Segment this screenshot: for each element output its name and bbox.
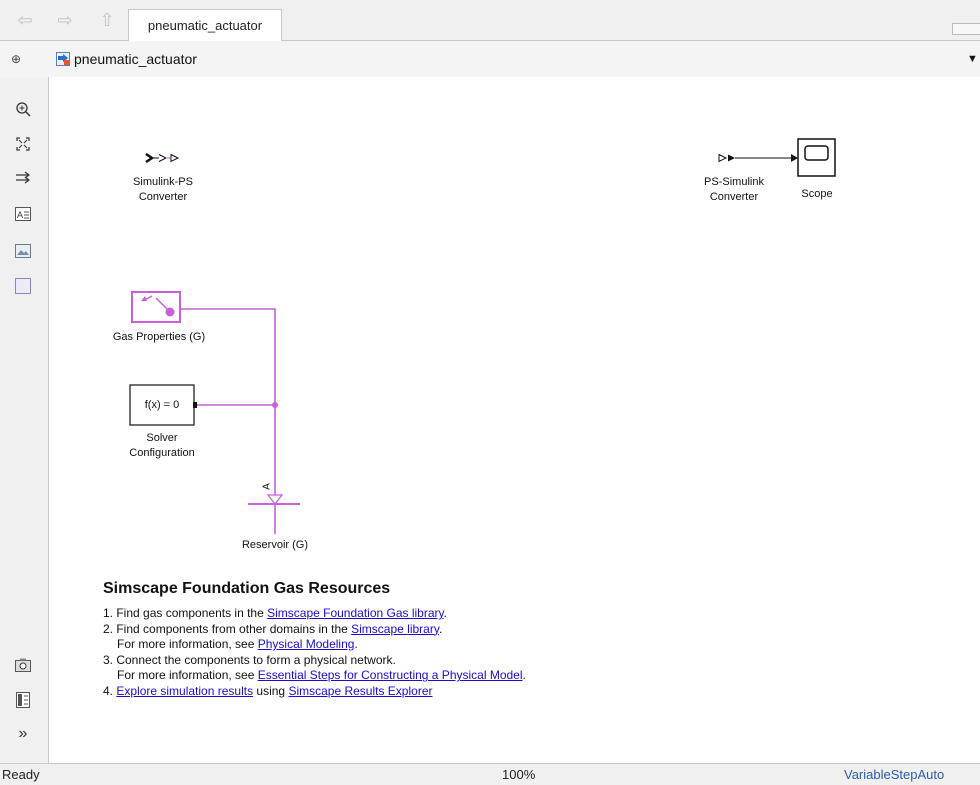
results-explorer-link[interactable]: Simscape Results Explorer — [288, 684, 432, 698]
simulink-ps-converter-icon[interactable] — [145, 152, 180, 164]
reservoir-port-label: A — [261, 483, 273, 490]
gas-properties-icon[interactable] — [131, 291, 181, 323]
tab-pneumatic-actuator[interactable]: pneumatic_actuator — [128, 9, 282, 41]
solver-type-link[interactable]: VariableStepAuto — [844, 767, 944, 782]
physical-modeling-link[interactable]: Physical Modeling — [258, 637, 355, 651]
reservoir-icon[interactable] — [248, 494, 300, 506]
back-arrow-icon[interactable]: ⇦ — [14, 10, 36, 30]
screenshot-icon[interactable] — [12, 654, 34, 676]
solver-configuration-label: Solver Configuration — [129, 432, 195, 459]
forward-arrow-icon[interactable]: ⇨ — [54, 10, 76, 30]
resources-annotation: Simscape Foundation Gas Resources 1. Fin… — [103, 580, 526, 700]
hide-browser-icon[interactable]: ⊕ — [8, 51, 24, 67]
fit-to-view-icon[interactable] — [12, 133, 34, 155]
ps-simulink-converter-icon[interactable] — [718, 153, 735, 163]
gas-properties-label: Gas Properties (G) — [112, 331, 206, 343]
image-icon[interactable] — [12, 240, 34, 262]
reservoir-label: Reservoir (G) — [241, 539, 308, 551]
ps-simulink-label: PS-Simulink Converter — [704, 176, 764, 203]
property-inspector-icon[interactable] — [12, 689, 34, 711]
address-dropdown-icon[interactable]: ▼ — [967, 53, 978, 65]
expand-palette-icon[interactable]: » — [12, 723, 34, 745]
gas-library-link[interactable]: Simscape Foundation Gas library — [267, 606, 444, 620]
simscape-library-link[interactable]: Simscape library — [351, 622, 439, 636]
zoom-level: 100% — [502, 767, 536, 782]
simulink-ps-label: Simulink-PS Converter — [133, 176, 193, 203]
resource-line-1: 1. Find gas components in the Simscape F… — [103, 606, 447, 620]
address-bar: ⊕ pneumatic_actuator ▼ — [0, 41, 980, 78]
svg-text:A: A — [17, 210, 23, 220]
status-bar: Ready 100% VariableStepAuto — [0, 763, 980, 785]
area-icon[interactable] — [12, 275, 34, 297]
resources-title: Simscape Foundation Gas Resources — [103, 580, 391, 597]
resource-line-2b: For more information, see Physical Model… — [117, 637, 358, 652]
model-icon — [56, 52, 70, 66]
up-arrow-icon[interactable]: ⇧ — [96, 10, 118, 30]
resource-line-3: 3. Connect the components to form a phys… — [103, 652, 396, 667]
keyboard-icon[interactable] — [952, 23, 980, 35]
route-lines-icon[interactable] — [12, 167, 34, 189]
annotation-icon[interactable]: A — [12, 203, 34, 225]
resource-line-2: 2. Find components from other domains in… — [103, 621, 443, 636]
explore-results-link[interactable]: Explore simulation results — [116, 684, 253, 698]
resource-line-3b: For more information, see Essential Step… — [117, 668, 526, 683]
left-palette: A » — [0, 77, 49, 763]
scope-icon[interactable] — [797, 138, 836, 177]
zoom-in-icon[interactable] — [12, 98, 34, 120]
solver-block-text: f(x) = 0 — [144, 399, 180, 411]
status-ready: Ready — [2, 767, 40, 782]
scope-label: Scope — [801, 188, 833, 200]
tab-label: pneumatic_actuator — [147, 18, 263, 33]
essential-steps-link[interactable]: Essential Steps for Constructing a Physi… — [258, 668, 523, 682]
model-path[interactable]: pneumatic_actuator — [74, 51, 197, 67]
resource-line-4: 4. Explore simulation results using Sims… — [103, 683, 433, 698]
